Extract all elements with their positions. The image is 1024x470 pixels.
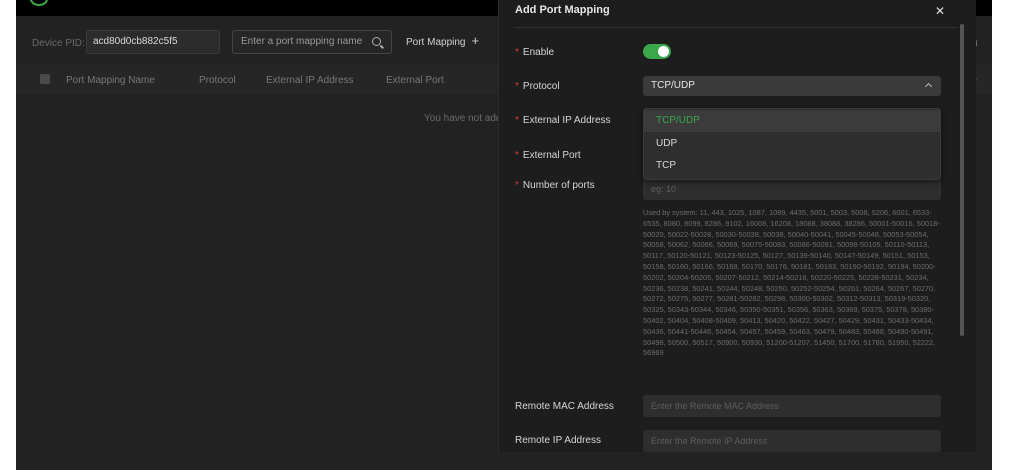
add-port-mapping-dialog: Add Port Mapping ✕ * Enable * Protocol TCP… <box>498 0 976 452</box>
protocol-option-tcp-udp[interactable]: TCP/UDP <box>644 110 940 132</box>
search-icon[interactable] <box>372 37 381 46</box>
dialog-title: Add Port Mapping <box>515 4 610 16</box>
close-icon[interactable]: ✕ <box>935 4 945 18</box>
required-mark: * <box>515 47 519 58</box>
column-header-external-port: External Port <box>386 75 444 86</box>
chevron-up-icon <box>924 82 933 91</box>
app-logo-icon <box>30 0 48 6</box>
external-ip-label: * External IP Address <box>515 115 611 126</box>
device-pid-label: Device PID: <box>32 38 85 49</box>
device-pid-field: acd80d0cb882c5f5 <box>86 30 220 54</box>
number-of-ports-input[interactable]: eg: 10 <box>643 178 941 200</box>
number-of-ports-label: * Number of ports <box>515 180 595 191</box>
plus-icon: + <box>471 33 480 48</box>
search-placeholder: Enter a port mapping name <box>241 36 363 47</box>
select-all-checkbox[interactable] <box>40 74 50 84</box>
column-header-protocol: Protocol <box>199 75 236 86</box>
scrollbar[interactable] <box>960 24 964 336</box>
port-mapping-button-label: Port Mapping <box>406 37 466 48</box>
remote-ip-input[interactable]: Enter the Remote IP Address <box>643 430 941 452</box>
app-screen: Device PID: acd80d0cb882c5f5 Enter a por… <box>16 0 992 470</box>
remote-mac-input[interactable]: Enter the Remote MAC Address <box>643 395 941 417</box>
protocol-option-tcp[interactable]: TCP <box>644 155 940 177</box>
required-mark: * <box>515 81 519 92</box>
remote-mac-label: Remote MAC Address <box>515 401 614 412</box>
protocol-dropdown-menu: TCP/UDP UDP TCP <box>643 108 941 180</box>
enable-label: * Enable <box>515 47 554 58</box>
protocol-selected-value: TCP/UDP <box>651 80 695 91</box>
remote-ip-label: Remote IP Address <box>515 435 601 446</box>
enable-label-text: Enable <box>522 47 555 58</box>
search-input[interactable]: Enter a port mapping name <box>232 30 392 54</box>
column-header-external-ip: External IP Address <box>266 75 354 86</box>
empty-state-text: You have not add <box>424 113 502 124</box>
divider <box>515 27 957 28</box>
required-mark: * <box>515 150 519 161</box>
enable-toggle[interactable] <box>643 44 671 59</box>
required-mark: * <box>515 180 519 191</box>
protocol-label: * Protocol <box>515 81 560 92</box>
external-port-label: * External Port <box>515 150 581 161</box>
protocol-select[interactable]: TCP/UDP <box>643 76 941 96</box>
required-mark: * <box>515 115 519 126</box>
external-port-label-text: External Port <box>522 150 581 161</box>
number-of-ports-label-text: Number of ports <box>522 180 595 191</box>
used-ports-note: Used by system: 11, 443, 1025, 1087, 108… <box>643 208 940 358</box>
column-header-name: Port Mapping Name <box>66 75 155 86</box>
add-port-mapping-button[interactable]: Port Mapping + <box>406 33 480 48</box>
external-ip-label-text: External IP Address <box>522 115 611 126</box>
protocol-label-text: Protocol <box>522 81 560 92</box>
toggle-knob <box>658 46 669 57</box>
protocol-option-udp[interactable]: UDP <box>644 133 940 155</box>
